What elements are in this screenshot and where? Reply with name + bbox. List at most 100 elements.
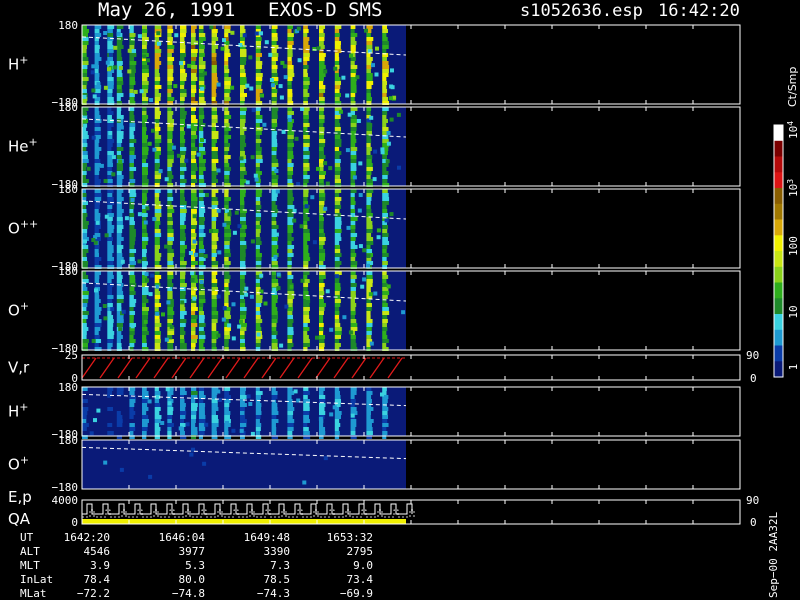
heatmap-cell bbox=[287, 147, 293, 151]
heatmap-cell bbox=[303, 29, 309, 33]
heatmap-cell bbox=[242, 33, 247, 38]
heatmap-cell bbox=[382, 29, 388, 33]
heatmap-cell bbox=[82, 323, 87, 327]
colorbar: 110100103104 bbox=[773, 121, 800, 378]
heatmap-cell bbox=[191, 391, 198, 395]
ephemeris-table: UTALTMLTInLatMLat1642:2045463.978.4−72.2… bbox=[20, 531, 373, 600]
heatmap-cell bbox=[224, 147, 230, 151]
heatmap-cell bbox=[191, 171, 196, 175]
heatmap-cell bbox=[249, 294, 254, 299]
y-tick-max: 25 bbox=[65, 349, 78, 362]
heatmap-cell bbox=[94, 213, 101, 217]
heatmap-cell bbox=[274, 232, 279, 237]
heatmap-cell bbox=[82, 209, 87, 213]
heatmap-cell bbox=[319, 407, 325, 411]
heatmap-cell bbox=[350, 299, 356, 303]
heatmap-cell bbox=[83, 239, 87, 244]
heatmap-cell bbox=[190, 278, 195, 282]
heatmap-cell bbox=[255, 143, 261, 147]
heatmap-cell bbox=[319, 73, 326, 77]
panel-label-2: QA bbox=[8, 510, 31, 528]
heatmap-cell bbox=[180, 119, 185, 123]
heatmap-cell bbox=[271, 49, 277, 53]
heatmap-cell bbox=[240, 93, 247, 97]
heatmap-cell bbox=[382, 311, 390, 315]
heatmap-cell bbox=[255, 81, 262, 85]
heatmap-cell bbox=[211, 241, 217, 245]
heatmap-cell bbox=[271, 163, 279, 167]
heatmap-cell bbox=[111, 155, 116, 160]
heatmap-cell bbox=[107, 303, 113, 307]
heatmap-cell bbox=[303, 335, 309, 339]
heatmap-cell bbox=[287, 391, 295, 395]
heatmap-cell bbox=[334, 77, 341, 81]
heatmap-cell bbox=[334, 159, 341, 163]
heatmap-cell bbox=[211, 97, 216, 101]
heatmap-cell bbox=[211, 33, 218, 37]
heatmap-cell bbox=[107, 151, 114, 155]
heatmap-cell bbox=[167, 253, 175, 257]
heatmap-cell bbox=[180, 29, 187, 33]
heatmap-cell bbox=[211, 419, 219, 423]
heatmap-cell bbox=[334, 419, 340, 423]
heatmap-cell bbox=[198, 107, 204, 111]
heatmap-cell bbox=[319, 229, 324, 233]
heatmap-cell bbox=[366, 395, 372, 399]
heatmap-cell bbox=[107, 197, 114, 201]
heatmap-cell bbox=[129, 131, 134, 135]
heatmap-cell bbox=[154, 163, 161, 167]
heatmap-cell bbox=[129, 217, 135, 221]
heatmap-cell bbox=[107, 228, 112, 232]
heatmap-cell bbox=[107, 25, 115, 29]
heatmap-cell bbox=[350, 159, 357, 163]
heatmap-cell bbox=[350, 89, 357, 93]
heatmap-cell bbox=[350, 343, 357, 347]
heatmap-cell bbox=[240, 387, 247, 391]
heatmap-cell bbox=[350, 73, 356, 77]
heatmap-cell bbox=[255, 245, 260, 249]
heatmap-cell bbox=[198, 131, 204, 135]
heatmap-cell bbox=[154, 279, 160, 283]
heatmap-cell bbox=[180, 163, 187, 167]
heatmap-cell bbox=[211, 115, 218, 119]
heatmap-cell bbox=[191, 303, 197, 307]
heatmap-cell bbox=[296, 182, 301, 186]
heatmap-cell bbox=[180, 217, 186, 221]
heatmap-cell bbox=[287, 175, 293, 179]
heatmap-cell bbox=[271, 225, 279, 229]
heatmap-cell bbox=[94, 41, 99, 45]
heatmap-cell bbox=[287, 159, 292, 163]
heatmap-cell bbox=[334, 257, 340, 261]
heatmap-cell bbox=[127, 69, 132, 74]
heatmap-cell bbox=[180, 89, 187, 93]
heatmap-cell bbox=[303, 197, 308, 201]
heatmap-cell bbox=[240, 415, 246, 419]
heatmap-cell bbox=[154, 419, 161, 423]
panel-label-sup: + bbox=[20, 453, 29, 466]
heatmap-cell bbox=[271, 205, 278, 209]
heatmap-cell bbox=[224, 201, 229, 205]
heatmap-cell bbox=[198, 93, 205, 97]
heatmap-cell bbox=[94, 123, 100, 127]
heatmap-cell bbox=[154, 57, 160, 61]
heatmap-cell bbox=[154, 193, 160, 197]
heatmap-cell bbox=[224, 107, 229, 111]
heatmap-cell bbox=[167, 155, 174, 159]
heatmap-cell bbox=[366, 167, 373, 171]
heatmap-cell bbox=[116, 193, 122, 197]
heatmap-cell bbox=[142, 175, 148, 179]
heatmap-cell bbox=[273, 254, 278, 259]
heatmap-cell bbox=[350, 395, 355, 399]
heatmap-cell bbox=[154, 111, 161, 115]
heatmap-cell bbox=[82, 37, 89, 41]
heatmap-cell bbox=[94, 275, 100, 279]
heatmap-cell bbox=[350, 283, 357, 287]
heatmap-cell bbox=[287, 213, 294, 217]
heatmap-cell bbox=[271, 427, 277, 431]
heatmap-cell bbox=[303, 237, 311, 241]
heatmap-cell bbox=[350, 201, 356, 205]
heatmap-cell bbox=[211, 343, 217, 347]
heatmap-cell bbox=[198, 411, 205, 415]
heatmap-cell bbox=[216, 168, 221, 173]
heatmap-cell bbox=[167, 45, 175, 49]
